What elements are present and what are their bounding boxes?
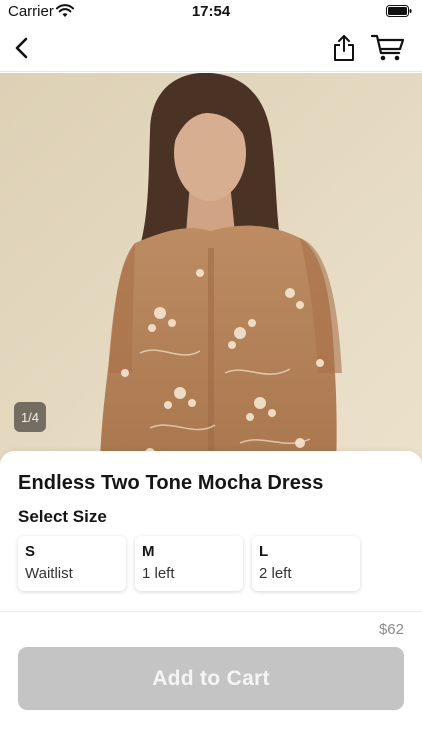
size-stock: 2 left xyxy=(259,565,292,582)
size-option-s[interactable]: S Waitlist xyxy=(18,536,126,591)
product-price: $62 xyxy=(378,621,404,638)
size-name: L xyxy=(259,543,269,560)
image-counter: 1/4 xyxy=(14,402,46,432)
navigation-bar xyxy=(0,24,422,72)
size-options: S Waitlist M 1 left L 2 left xyxy=(18,536,360,591)
product-detail-sheet: Endless Two Tone Mocha Dress Select Size… xyxy=(0,451,422,611)
back-button[interactable] xyxy=(6,32,38,64)
size-stock: Waitlist xyxy=(25,565,73,582)
chevron-left-icon xyxy=(15,37,28,59)
model-photo-illustration xyxy=(0,73,422,473)
cart-button[interactable] xyxy=(368,32,408,64)
clock: 17:54 xyxy=(191,3,231,20)
purchase-bar: $62 Add to Cart xyxy=(0,611,422,750)
battery-icon xyxy=(386,5,412,17)
product-photo[interactable]: 1/4 xyxy=(0,73,422,473)
share-icon xyxy=(334,35,354,61)
product-title: Endless Two Tone Mocha Dress xyxy=(18,472,324,494)
size-name: M xyxy=(142,543,155,560)
size-name: S xyxy=(25,543,36,560)
size-stock: 1 left xyxy=(142,565,175,582)
share-button[interactable] xyxy=(328,31,360,65)
status-bar: Carrier 17:54 xyxy=(0,0,422,24)
add-to-cart-button[interactable]: Add to Cart xyxy=(18,647,404,710)
size-option-m[interactable]: M 1 left xyxy=(135,536,243,591)
cart-icon xyxy=(371,34,405,61)
select-size-label: Select Size xyxy=(18,507,107,526)
size-option-l[interactable]: L 2 left xyxy=(252,536,360,591)
